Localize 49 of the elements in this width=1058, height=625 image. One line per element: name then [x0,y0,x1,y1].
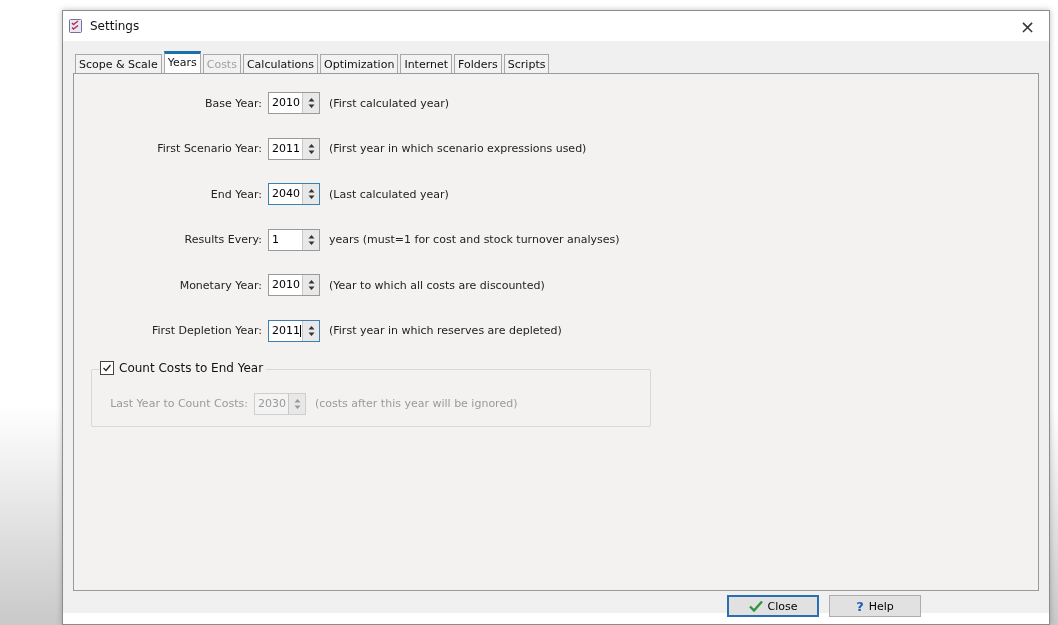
settings-icon [69,19,82,33]
spin-arrows-icon [293,397,301,410]
year-field[interactable]: 2010 [268,274,320,296]
field-hint: (Year to which all costs are discounted) [328,278,545,292]
tab[interactable]: Scripts [503,54,550,73]
spin-button[interactable] [302,138,319,159]
tab[interactable]: Calculations [242,54,318,73]
spin-arrows-icon [307,97,315,109]
field-hint: (First year in which scenario expressions used) [328,142,587,155]
check-icon [748,600,763,612]
field-hint: (First year in which reserves are depleted) [328,324,562,337]
spin-arrows-icon [307,279,315,291]
year-field[interactable]: 2011 [268,137,320,160]
year-field[interactable]: 2040 [268,183,320,205]
field-label: Last Year to Count Costs: [109,397,249,410]
year-field[interactable]: 1 [268,228,320,251]
field-label: Base Year: [203,96,263,110]
spin-arrows-icon [307,142,315,155]
checkbox-label: Count Costs to End Year [119,360,264,375]
tab[interactable]: Internet [400,54,453,73]
spin-button[interactable] [302,229,319,250]
year-field[interactable]: 2011 [268,319,320,342]
field-hint: (First calculated year) [328,96,449,110]
spin-arrows-icon [307,233,315,246]
field-hint: (costs after this year will be ignored) [314,397,518,410]
field-hint: (Last calculated year) [328,187,449,201]
spin-arrows-icon [307,188,315,200]
field-hint: years (must=1 for cost and stock turnover analyses) [328,233,620,246]
help-button[interactable]: ? Help [829,595,921,617]
spin-button[interactable] [302,184,319,204]
close-button[interactable]: × [1015,15,1039,37]
help-icon: ? [856,598,864,614]
tab[interactable]: Scope & Scale [75,54,162,73]
spin-button[interactable] [302,93,319,113]
year-field[interactable]: 2010 [268,92,320,114]
spin-button[interactable] [302,320,319,341]
spin-arrows-icon [307,324,315,337]
close-button[interactable]: Close [727,595,819,617]
tab[interactable]: Years [163,51,201,73]
field-label: Monetary Year: [178,278,263,292]
checkbox[interactable] [100,360,114,375]
field-label: Results Every: [183,233,263,246]
spin-button[interactable] [302,275,319,295]
tab[interactable]: Folders [454,54,502,73]
field-label: First Depletion Year: [150,324,263,337]
tab[interactable]: Optimization [320,54,399,73]
field-label: First Scenario Year: [156,142,263,155]
window-title: Settings [90,19,140,33]
field-label: End Year: [209,187,263,201]
